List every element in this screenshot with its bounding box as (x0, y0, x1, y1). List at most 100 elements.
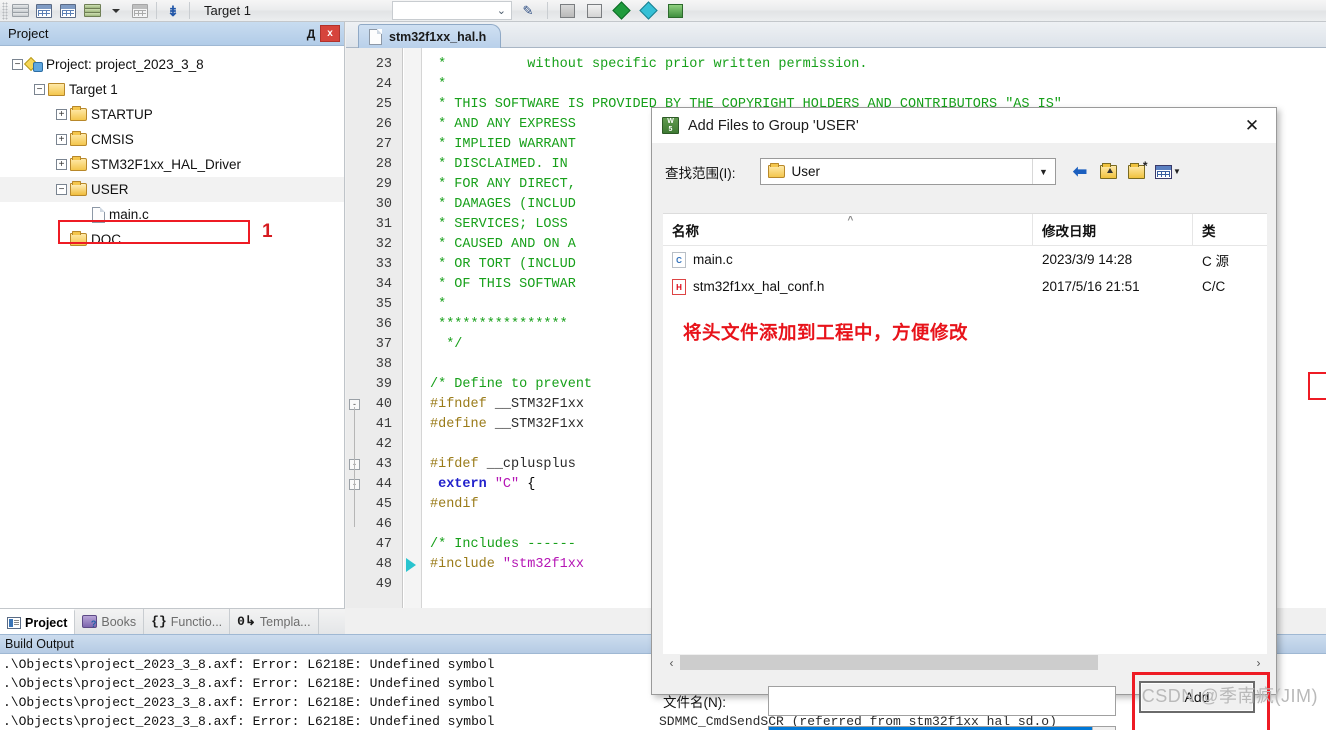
build-all-icon[interactable] (81, 1, 103, 20)
line-number: 24 (375, 77, 392, 92)
scrollbar-track[interactable] (1098, 655, 1250, 670)
look-in-combo[interactable]: User ▼ (759, 158, 1056, 185)
c-file-icon: C (672, 251, 686, 268)
h-file-icon: H (672, 278, 686, 295)
fold-column[interactable] (404, 48, 422, 608)
filetype-combo[interactable]: All files (*.*) ▼ (768, 726, 1116, 730)
chevron-down-icon[interactable]: ▼ (1031, 159, 1055, 184)
expander-icon[interactable]: + (56, 109, 67, 120)
configure-target-icon[interactable] (556, 1, 578, 20)
line-number: 41 (375, 417, 392, 432)
tab-templates[interactable]: 0↳ Templa... (230, 609, 319, 634)
line-number: 36 (375, 317, 392, 332)
stop-build-icon[interactable] (129, 1, 151, 20)
tree-item-startup[interactable]: + STARTUP (0, 102, 344, 127)
batch-build-icon[interactable] (33, 1, 55, 20)
new-folder-icon[interactable] (1126, 159, 1147, 182)
green-diamond-icon[interactable] (610, 1, 632, 20)
filename-row: 文件名(N): (663, 686, 1116, 716)
scrollbar-thumb[interactable] (680, 655, 1098, 670)
filename-label: 文件名(N): (663, 695, 726, 710)
file-name: main.c (693, 252, 733, 267)
line-number: 29 (375, 177, 392, 192)
tree-item-doc[interactable]: DOC (0, 227, 344, 252)
folder-icon (70, 106, 87, 121)
file-list[interactable]: 名称 ^ 修改日期 类 C main.c 2023/3/9 14:28 C 源 (663, 213, 1267, 659)
up-folder-icon[interactable] (1098, 162, 1119, 182)
line-number: 38 (375, 357, 392, 372)
code-line: #define __STM32F1xx (430, 417, 584, 432)
add-button[interactable]: Add (1139, 681, 1255, 713)
tab-books[interactable]: Books (75, 609, 145, 634)
file-row-stm32f1xx-hal-conf-h[interactable]: H stm32f1xx_hal_conf.h 2017/5/16 21:51 C… (663, 273, 1267, 300)
project-tree: − Project: project_2023_3_8 − Target 1 +… (0, 46, 344, 252)
column-header-type[interactable]: 类 (1193, 214, 1267, 246)
project-icon (26, 58, 43, 72)
expander-icon[interactable]: + (56, 134, 67, 145)
close-icon[interactable]: x (320, 25, 340, 42)
code-line: #include "stm32f1xx (430, 557, 584, 572)
tree-item-project[interactable]: − Project: project_2023_3_8 (0, 52, 344, 77)
tree-item-hal-driver[interactable]: + STM32F1xx_HAL_Driver (0, 152, 344, 177)
pack-installer-icon[interactable] (664, 1, 686, 20)
add-files-dialog: W5 Add Files to Group 'USER' ✕ 查找范围(I): … (651, 107, 1326, 730)
cyan-diamond-icon[interactable] (637, 1, 659, 20)
file-row-main-c[interactable]: C main.c 2023/3/9 14:28 C 源 (663, 246, 1267, 273)
tab-project[interactable]: Project (0, 609, 76, 634)
tab-label: Functio... (170, 614, 223, 629)
tab-functions[interactable]: {} Functio... (144, 609, 231, 634)
scroll-left-icon[interactable]: ‹ (663, 656, 680, 670)
filename-input[interactable] (768, 686, 1116, 716)
column-header-name[interactable]: 名称 ^ (663, 213, 1033, 246)
code-line: * IMPLIED WARRANT (430, 137, 576, 152)
line-number: 45 (375, 497, 392, 512)
scroll-right-icon[interactable]: › (1250, 656, 1267, 670)
magic-wand-icon[interactable]: ✎ (517, 1, 539, 20)
manage-components-icon[interactable] (583, 1, 605, 20)
expander-icon[interactable]: − (34, 84, 45, 95)
line-number: 46 (375, 517, 392, 532)
target-selector-label[interactable]: Target 1 (204, 3, 251, 18)
expander-icon[interactable]: + (56, 159, 67, 170)
column-header-date[interactable]: 修改日期 (1033, 213, 1193, 246)
download-icon[interactable]: ⇟ (162, 1, 184, 20)
rebuild-icon[interactable] (57, 1, 79, 20)
line-number: 33 (375, 257, 392, 272)
editor-tab-label: stm32f1xx_hal.h (389, 29, 487, 44)
tree-item-target[interactable]: − Target 1 (0, 77, 344, 102)
editor-tab-stm32f1xx-hal-h[interactable]: stm32f1xx_hal.h (358, 24, 502, 48)
dropdown-caret-icon[interactable] (105, 1, 127, 20)
line-number: 49 (375, 577, 392, 592)
code-line: * (430, 297, 447, 312)
tree-item-user[interactable]: − USER (0, 177, 344, 202)
build-layers-icon[interactable] (9, 1, 31, 20)
expander-icon[interactable]: − (12, 59, 23, 70)
code-line: * FOR ANY DIRECT, (430, 177, 576, 192)
close-icon[interactable]: ✕ (1230, 109, 1274, 142)
code-line: /* Define to prevent (430, 377, 593, 392)
editor-tabbar: stm32f1xx_hal.h (346, 22, 1326, 48)
code-line: * AND ANY EXPRESS (430, 117, 576, 132)
project-panel-tabs: Project Books {} Functio... 0↳ Templa... (0, 608, 345, 634)
folder-icon (70, 231, 87, 246)
line-number: 48 (375, 557, 392, 572)
toolbar-separator-3 (547, 2, 548, 19)
tree-item-main-c[interactable]: main.c (0, 202, 344, 227)
tree-item-label: CMSIS (91, 132, 134, 147)
file-list-hscrollbar[interactable]: ‹ › (663, 654, 1267, 671)
look-in-row: 查找范围(I): User ▼ ⬅ ▼ (652, 143, 1276, 200)
expander-icon[interactable]: − (56, 184, 67, 195)
file-name-cell: H stm32f1xx_hal_conf.h (663, 278, 1033, 295)
back-arrow-icon[interactable]: ⬅ (1070, 162, 1091, 182)
tree-item-label: DOC (91, 232, 121, 247)
chevron-down-icon[interactable]: ⌄ (497, 4, 506, 17)
code-line: * DISCLAIMED. IN (430, 157, 576, 172)
pin-icon[interactable]: Д (302, 25, 320, 43)
line-number: 25 (375, 97, 392, 112)
toolbar-separator (156, 2, 157, 19)
toolbar-grip[interactable] (2, 1, 8, 20)
line-number: 47 (375, 537, 392, 552)
view-mode-icon[interactable]: ▼ (1154, 162, 1183, 182)
target-combo[interactable]: ⌄ (392, 1, 512, 20)
tree-item-cmsis[interactable]: + CMSIS (0, 127, 344, 152)
